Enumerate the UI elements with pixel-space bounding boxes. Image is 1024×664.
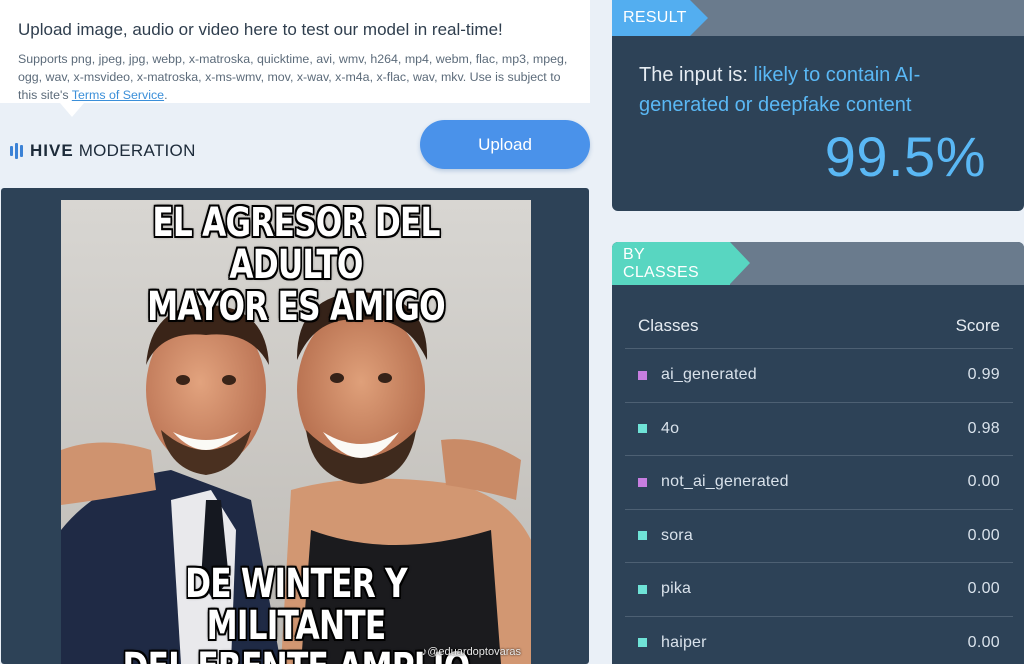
meme-caption-top-line-1: EL AGRESOR DEL ADULTO	[152, 200, 440, 288]
class-name: pika	[661, 580, 692, 598]
meme-caption-top-line-2: MAYOR ES AMIGO	[147, 284, 446, 330]
meme-caption-bottom-line-1: DE WINTER Y MILITANTE	[185, 561, 407, 649]
class-color-swatch	[638, 531, 647, 541]
hive-moderation-logo: HIVE MODERATION	[10, 141, 196, 161]
result-score: 99.5%	[824, 125, 986, 188]
class-color-swatch	[638, 638, 647, 648]
class-row: ai_generated 0.99	[625, 349, 1013, 403]
upload-button[interactable]: Upload	[420, 120, 590, 169]
class-score: 0.00	[967, 580, 1000, 598]
classes-panel: BY CLASSES Classes Score ai_generated 0.…	[612, 242, 1024, 664]
class-name: ai_generated	[661, 366, 757, 384]
class-row: not_ai_generated 0.00	[625, 456, 1013, 510]
class-name: not_ai_generated	[661, 473, 789, 491]
tiktok-watermark: ♪@eduardoptovaras	[421, 646, 521, 658]
meme-caption-top: EL AGRESOR DEL ADULTO MAYOR ES AMIGO	[113, 202, 480, 328]
class-name: 4o	[661, 419, 680, 437]
card-pointer	[60, 103, 84, 117]
class-name: haiper	[661, 633, 707, 651]
class-color-swatch	[638, 424, 647, 434]
hive-logo-icon	[10, 143, 23, 159]
class-row: 4o 0.98	[625, 403, 1013, 456]
terms-of-service-link[interactable]: Terms of Service	[72, 88, 164, 102]
column-classes: Classes	[638, 315, 699, 335]
result-tag: RESULT	[612, 0, 708, 36]
class-score: 0.98	[967, 419, 1000, 437]
classes-header: BY CLASSES	[612, 242, 1024, 285]
media-preview-panel: EL AGRESOR DEL ADULTO MAYOR ES AMIGO DE …	[1, 188, 589, 664]
class-color-swatch	[638, 370, 647, 380]
column-score: Score	[955, 315, 1000, 335]
upload-description: Supports png, jpeg, jpg, webp, x-matrosk…	[18, 50, 578, 104]
class-score: 0.00	[967, 526, 1000, 544]
class-row: sora 0.00	[625, 510, 1013, 563]
result-statement: The input is: likely to contain AI-gener…	[639, 60, 999, 120]
class-score: 0.00	[967, 473, 1000, 491]
upload-info-card: Upload image, audio or video here to tes…	[0, 0, 590, 103]
result-header: RESULT	[612, 0, 1024, 36]
class-name: sora	[661, 526, 693, 544]
class-color-swatch	[638, 584, 647, 594]
result-panel: RESULT The input is: likely to contain A…	[612, 0, 1024, 211]
uploaded-image: EL AGRESOR DEL ADULTO MAYOR ES AMIGO DE …	[61, 200, 531, 664]
terms-suffix: .	[164, 88, 168, 102]
by-classes-tag: BY CLASSES	[612, 242, 750, 285]
upload-title: Upload image, audio or video here to tes…	[18, 20, 503, 39]
brand-name-bold: HIVE	[30, 141, 74, 160]
classes-table-header: Classes Score	[625, 303, 1013, 349]
class-row: haiper 0.00	[625, 617, 1013, 664]
class-score: 0.00	[967, 633, 1000, 651]
class-score: 0.99	[967, 366, 1000, 384]
result-prefix: The input is:	[639, 64, 754, 86]
brand-name-light: MODERATION	[78, 141, 196, 160]
class-color-swatch	[638, 477, 647, 487]
class-row: pika 0.00	[625, 563, 1013, 617]
